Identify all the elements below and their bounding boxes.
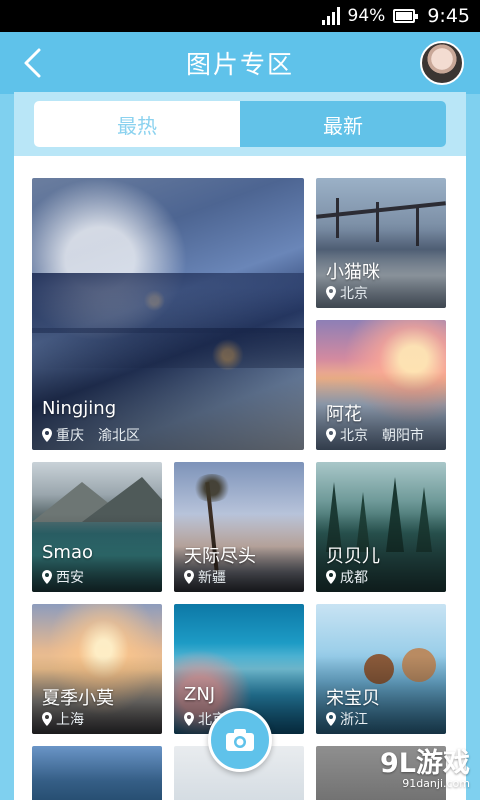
photo-card-kitten[interactable]: 小猫咪 北京 [316, 178, 446, 308]
photo-card-ahua[interactable]: 阿花 北京 朝阳市 [316, 320, 446, 450]
watermark: 9L游戏 91danji.com [380, 741, 470, 790]
card-name: 夏季小莫 [42, 688, 114, 709]
card-name: 天际尽头 [184, 546, 256, 567]
card-location-text: 上海 [56, 712, 84, 728]
card-location-text: 北京 朝阳市 [340, 428, 424, 444]
photo-card-summer[interactable]: 夏季小莫 上海 [32, 604, 162, 734]
photo-grid: Ningjing 重庆 渝北区 小猫咪 北京 阿花 北京 朝阳市 Smao 西安… [14, 156, 466, 800]
card-location-text: 新疆 [198, 570, 226, 586]
page-title: 图片专区 [185, 50, 294, 79]
location-pin-icon [42, 428, 52, 442]
card-location: 北京 [326, 283, 368, 303]
card-name: Ningjing [42, 398, 117, 419]
location-pin-icon [326, 570, 336, 584]
header-bar: 图片专区 [0, 32, 480, 94]
card-location: 上海 [42, 709, 84, 729]
location-pin-icon [326, 286, 336, 300]
location-pin-icon [184, 712, 194, 726]
battery-icon [393, 9, 419, 23]
card-name: 宋宝贝 [326, 688, 380, 709]
back-button[interactable] [12, 42, 52, 84]
card-location-text: 西安 [56, 570, 84, 586]
card-location: 北京 朝阳市 [326, 425, 424, 445]
watermark-brand: 9L游戏 [380, 748, 470, 779]
card-name: 阿花 [326, 404, 362, 425]
photo-card-skyline[interactable]: 天际尽头 新疆 [174, 462, 304, 592]
signal-icon [321, 7, 340, 25]
camera-icon [226, 729, 254, 751]
status-bar: 94% 9:45 [0, 0, 480, 32]
battery-percent: 94% [347, 6, 386, 26]
card-name: 小猫咪 [326, 262, 380, 283]
card-location-text: 浙江 [340, 712, 368, 728]
segmented-tabs: 最热 最新 [34, 101, 446, 147]
photo-card-beibeier[interactable]: 贝贝儿 成都 [316, 462, 446, 592]
location-pin-icon [326, 428, 336, 442]
location-pin-icon [326, 712, 336, 726]
location-pin-icon [184, 570, 194, 584]
photo-card-partial-1[interactable] [32, 746, 162, 800]
card-location-text: 成都 [340, 570, 368, 586]
card-name: Smao [42, 542, 94, 563]
tab-bar: 最热 最新 [14, 92, 466, 156]
card-location: 新疆 [184, 567, 226, 587]
tab-hottest[interactable]: 最热 [34, 101, 240, 147]
location-pin-icon [42, 570, 52, 584]
chevron-left-icon [24, 48, 41, 78]
card-location: 成都 [326, 567, 368, 587]
photo-card-smao[interactable]: Smao 西安 [32, 462, 162, 592]
location-pin-icon [42, 712, 52, 726]
photo-card-songbaobei[interactable]: 宋宝贝 浙江 [316, 604, 446, 734]
card-location: 重庆 渝北区 [42, 425, 140, 445]
tab-newest[interactable]: 最新 [240, 101, 446, 147]
camera-button[interactable] [208, 708, 272, 772]
photo-card-ningjing[interactable]: Ningjing 重庆 渝北区 [32, 178, 304, 450]
card-location-text: 重庆 渝北区 [56, 428, 140, 444]
card-location: 浙江 [326, 709, 368, 729]
clock: 9:45 [427, 5, 470, 27]
card-name: 贝贝儿 [326, 546, 380, 567]
card-name: ZNJ [184, 684, 216, 705]
card-location: 西安 [42, 567, 84, 587]
card-location-text: 北京 [340, 286, 368, 302]
avatar[interactable] [420, 41, 464, 85]
